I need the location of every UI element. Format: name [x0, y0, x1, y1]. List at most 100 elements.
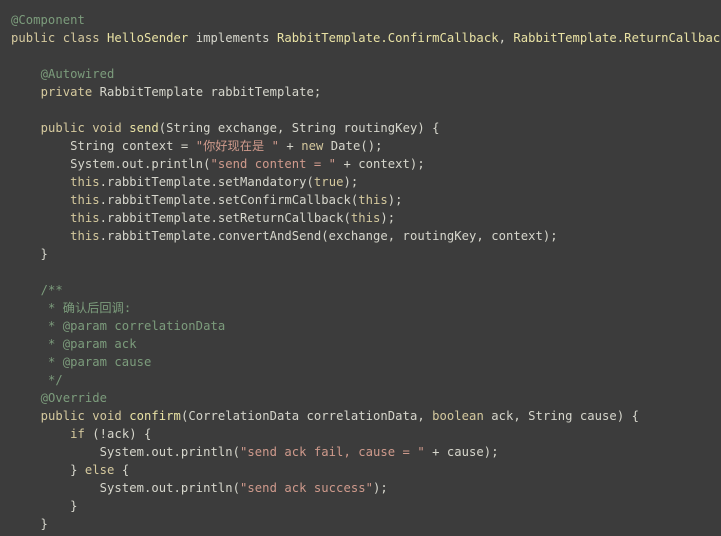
code-line: }	[0, 515, 721, 533]
code-token: ack, String cause) {	[491, 409, 639, 423]
code-token: );	[380, 211, 396, 225]
code-token: );	[387, 193, 403, 207]
code-line: System.out.println("send ack fail, cause…	[0, 443, 721, 461]
code-token: }	[11, 463, 85, 477]
comment-token: * @param cause	[47, 355, 152, 369]
code-line: @Override	[0, 389, 721, 407]
code-line: * @param cause	[0, 353, 721, 371]
code-line: System.out.println("send ack success");	[0, 479, 721, 497]
code-line: * @param correlationData	[0, 317, 721, 335]
code-token: +	[279, 139, 302, 153]
code-line: this.rabbitTemplate.setReturnCallback(th…	[0, 209, 721, 227]
keyword-token: new	[301, 139, 331, 153]
code-token: .rabbitTemplate.setReturnCallback(	[99, 211, 351, 225]
code-token: (String exchange, String routingKey) {	[158, 121, 440, 135]
declaration-token: RabbitTemplate.ReturnCallback	[513, 31, 721, 45]
code-token: );	[343, 175, 359, 189]
code-token: (!ack) {	[92, 427, 152, 441]
keyword-token: public void	[40, 409, 130, 423]
code-line: System.out.println("send content = " + c…	[0, 155, 721, 173]
code-token: );	[373, 481, 388, 495]
code-line: this.rabbitTemplate.setConfirmCallback(t…	[0, 191, 721, 209]
annotation-token: @Autowired	[40, 67, 115, 81]
annotation-token: @Component	[11, 13, 85, 27]
code-editor[interactable]: @Component public class HelloSender imple…	[0, 0, 721, 536]
keyword-token: public void	[40, 121, 130, 135]
code-line: this.rabbitTemplate.setMandatory(true);	[0, 173, 721, 191]
keyword-token: this	[358, 193, 388, 207]
comment-token: * 确认后回调:	[47, 301, 132, 315]
code-token: }	[11, 499, 78, 513]
keyword-token: private	[40, 85, 100, 99]
string-literal: "send ack fail, cause = "	[240, 445, 425, 459]
code-line: * @param ack	[0, 335, 721, 353]
code-token: + cause);	[424, 445, 499, 459]
keyword-token: boolean	[432, 409, 492, 423]
string-literal: "你好现在是 "	[195, 139, 280, 153]
code-token: System.out.println(	[11, 157, 211, 171]
keyword-token: this	[70, 175, 100, 189]
keyword-token: public class	[11, 31, 108, 45]
comment-token: /**	[40, 283, 63, 297]
code-line: public void confirm(CorrelationData corr…	[0, 407, 721, 425]
code-line: public class HelloSender implements Rabb…	[0, 29, 721, 47]
code-token: System.out.println(	[11, 481, 241, 495]
declaration-token: HelloSender	[107, 31, 189, 45]
keyword-token: if	[70, 427, 93, 441]
code-line: }	[0, 245, 721, 263]
code-line: } else {	[0, 461, 721, 479]
code-token: }	[11, 247, 48, 261]
code-token: String context =	[11, 139, 196, 153]
keyword-token: this	[350, 211, 381, 225]
comment-token: * @param correlationData	[47, 319, 226, 333]
code-line: @Component	[0, 11, 721, 29]
keyword-token: true	[313, 175, 344, 189]
code-line: }	[0, 497, 721, 515]
declaration-token: RabbitTemplate.ConfirmCallback	[276, 31, 499, 45]
annotation-token: @Override	[40, 391, 108, 405]
code-token: (CorrelationData correlationData,	[180, 409, 433, 423]
keyword-token: this	[70, 229, 100, 243]
string-literal: "send content = "	[210, 157, 337, 171]
code-token: .rabbitTemplate.setMandatory(	[99, 175, 314, 189]
code-line: private RabbitTemplate rabbitTemplate;	[0, 83, 721, 101]
string-literal: "send ack success"	[240, 481, 373, 495]
keyword-token: else	[84, 463, 122, 477]
declaration-token: send	[129, 121, 159, 135]
code-token: RabbitTemplate rabbitTemplate;	[99, 85, 322, 99]
comment-token: */	[47, 373, 63, 387]
code-line: * 确认后回调:	[0, 299, 721, 317]
code-line: public void send(String exchange, String…	[0, 119, 721, 137]
code-token: Date();	[330, 139, 383, 153]
code-line: */	[0, 371, 721, 389]
code-line: if (!ack) {	[0, 425, 721, 443]
code-token: }	[11, 517, 48, 531]
code-line: String context = "你好现在是 " + new Date();	[0, 137, 721, 155]
declaration-token: confirm	[129, 409, 181, 423]
code-token: .rabbitTemplate.setConfirmCallback(	[99, 193, 359, 207]
keyword-token: this	[70, 211, 100, 225]
keyword-token: this	[70, 193, 100, 207]
code-token: ,	[498, 31, 514, 45]
code-token: implements	[188, 31, 277, 45]
code-line: this.rabbitTemplate.convertAndSend(excha…	[0, 227, 721, 245]
comment-token: * @param ack	[47, 337, 137, 351]
